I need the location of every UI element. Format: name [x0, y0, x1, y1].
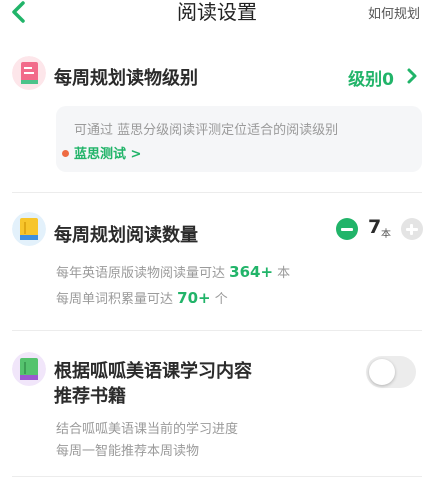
recommend-title-line2: 推荐书籍 — [54, 386, 126, 407]
recommend-title-line1: 根据呱呱美语课学习内容 — [54, 361, 252, 382]
toggle-knob — [369, 359, 395, 385]
divider — [12, 476, 422, 477]
recommend-toggle[interactable] — [366, 356, 416, 388]
recommend-desc-line1: 结合呱呱美语课当前的学习进度 — [56, 422, 239, 437]
recommend-desc-line2: 每周一智能推荐本周读物 — [56, 444, 200, 459]
recommend-section: 根据呱呱美语课学习内容 推荐书籍 结合呱呱美语课当前的学习进度 每周一智能推荐本… — [0, 0, 434, 488]
green-book-icon — [12, 352, 46, 386]
